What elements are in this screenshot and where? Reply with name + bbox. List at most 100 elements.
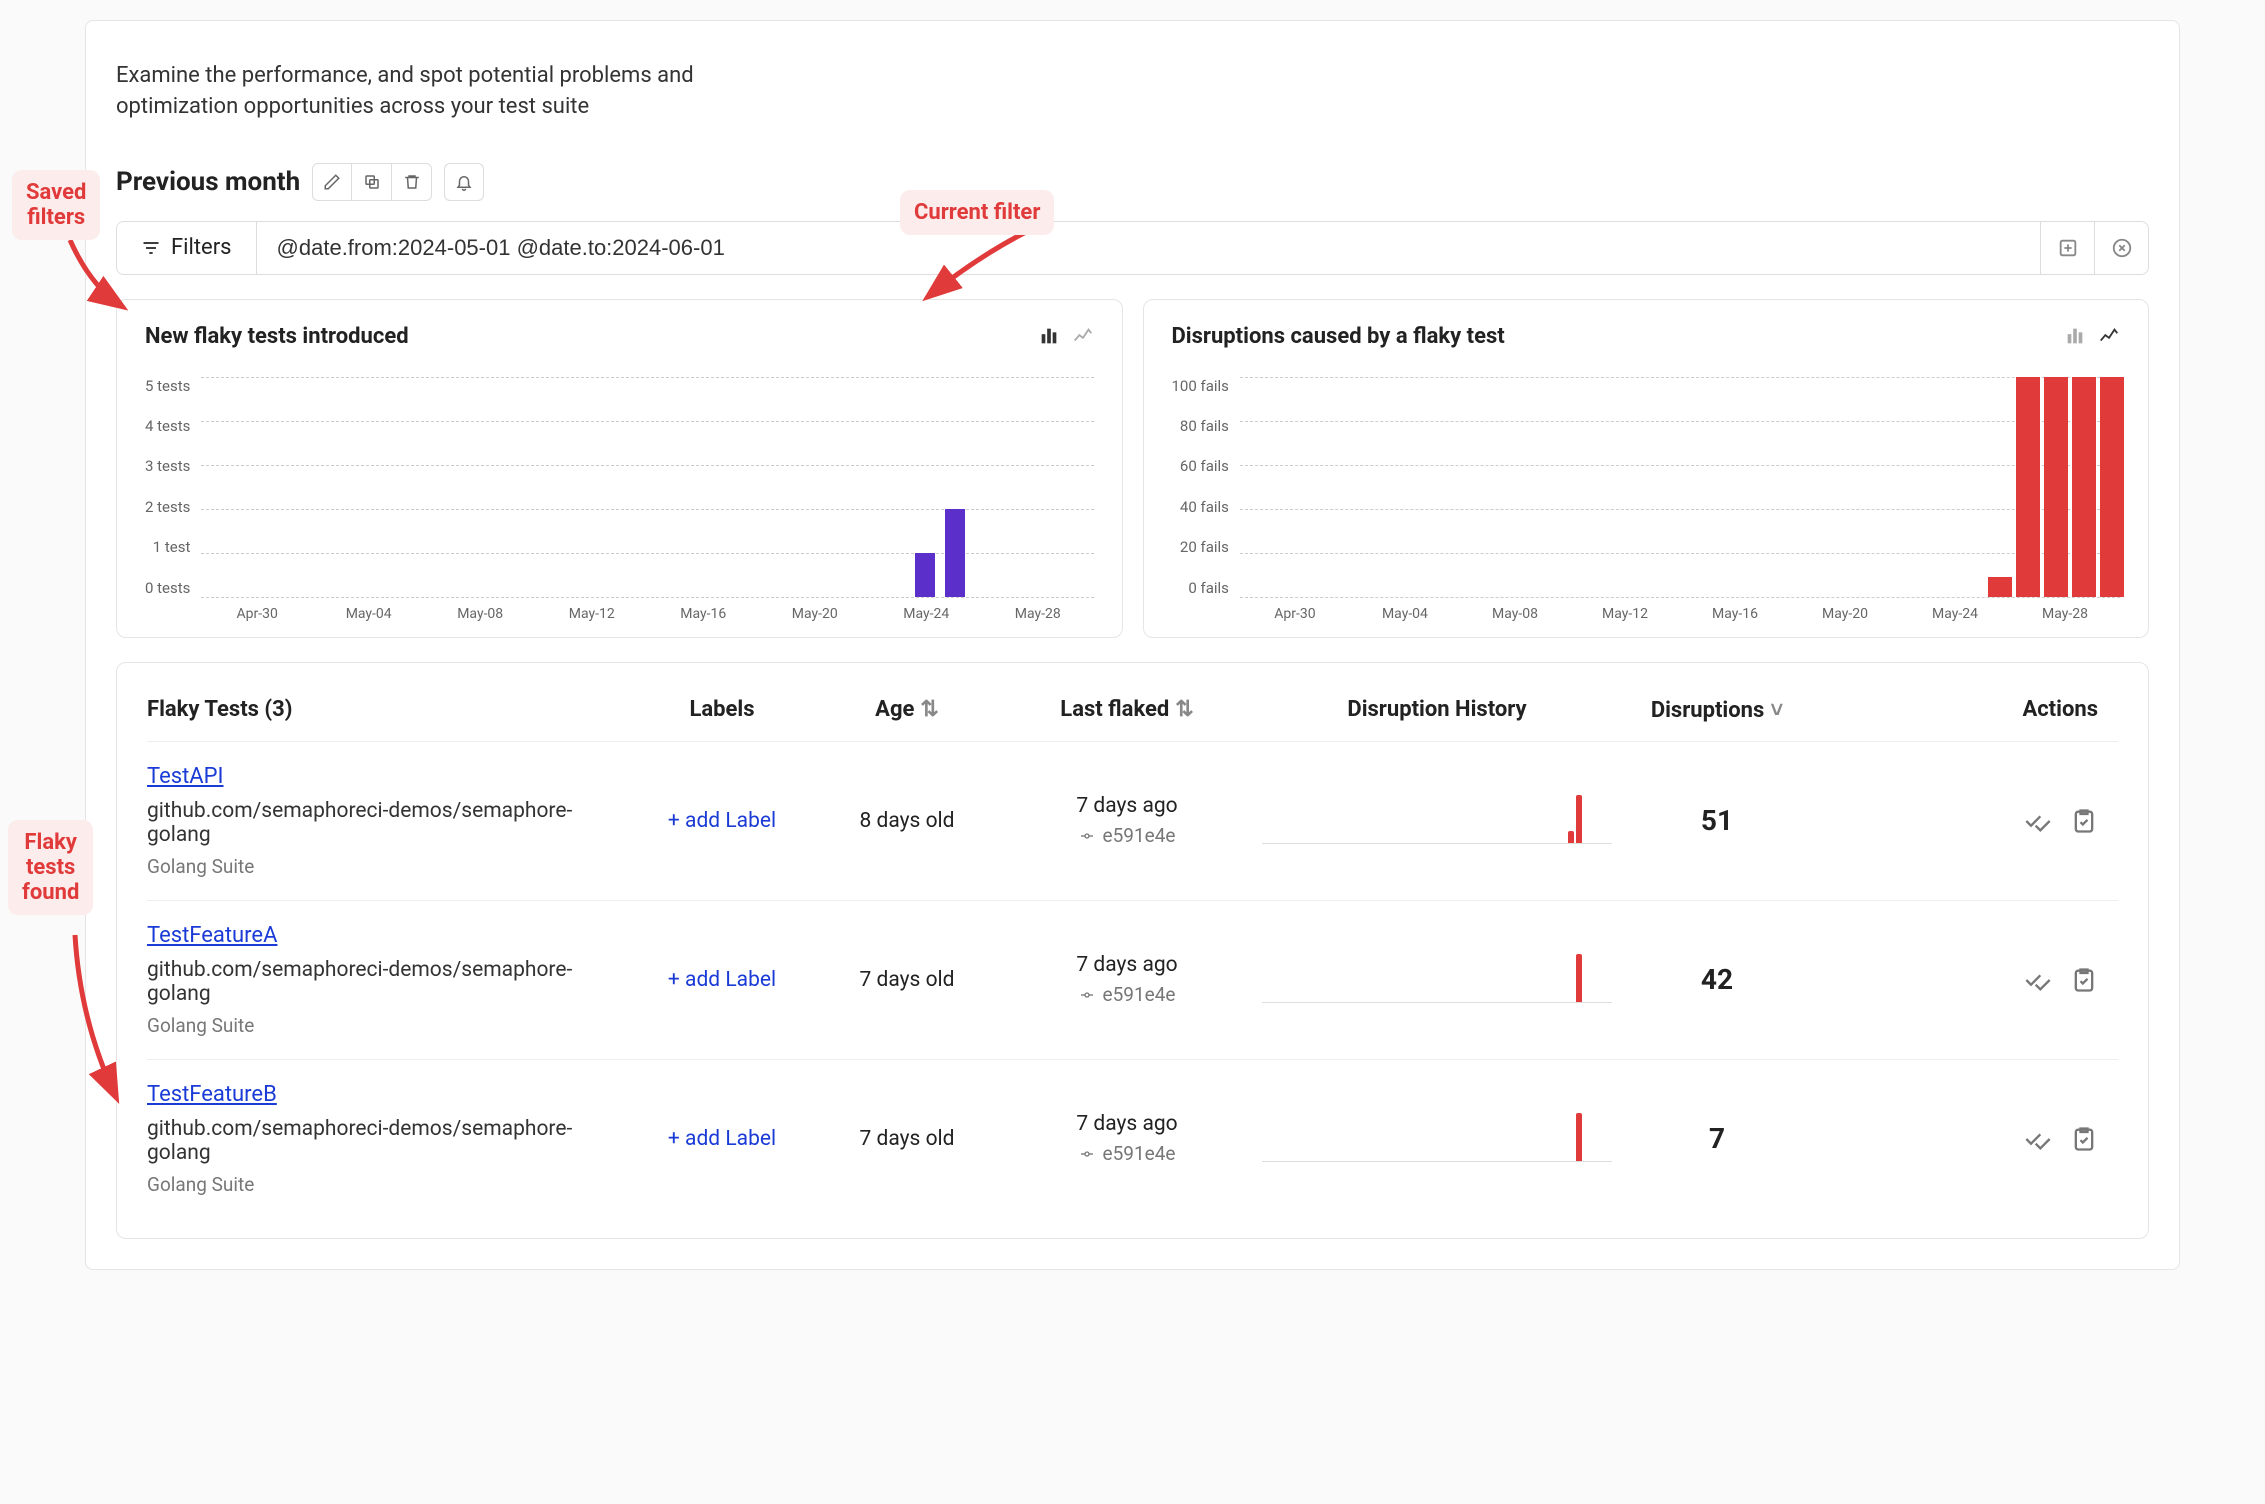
resolve-button[interactable] [2024,807,2052,835]
resolve-button[interactable] [2024,966,2052,994]
col-history: Disruption History [1257,697,1617,722]
last-flaked-cell: 7 days agoe591e4e [997,794,1257,847]
double-check-icon [2024,966,2052,994]
annotation-arrow [60,235,140,315]
filter-query-input[interactable] [257,222,2040,274]
actions-cell [1817,807,2118,835]
filter-icon [141,238,161,258]
chart-bar [915,553,935,597]
commit-icon [1079,828,1095,844]
ticket-button[interactable] [2070,1125,2098,1153]
test-name-link[interactable]: TestFeatureA [147,923,277,948]
annotation-arrow [60,930,140,1110]
chart-bar [2044,377,2068,597]
flaky-tests-table: Flaky Tests (3) Labels Age⇅ Last flaked⇅… [116,662,2149,1239]
chart-bar [945,509,965,597]
sort-icon: ⇅ [920,697,938,722]
resolve-button[interactable] [2024,1125,2052,1153]
chart-plot: Apr-30May-04May-08May-12May-16May-20May-… [1239,377,2120,617]
filter-bar: Filters [116,221,2149,275]
commit-icon [1079,987,1095,1003]
chart-view-toggle [1038,325,1094,347]
col-last-flaked[interactable]: Last flaked⇅ [997,697,1257,722]
add-label-link[interactable]: + add Label [668,809,776,833]
double-check-icon [2024,807,2052,835]
history-cell [1257,792,1617,850]
delete-button[interactable] [392,163,432,201]
clear-filter-button[interactable] [2094,222,2148,274]
test-name-link[interactable]: TestFeatureB [147,1082,277,1107]
test-name-link[interactable]: TestAPI [147,764,224,789]
annotation-flaky-tests-found: Flaky tests found [8,820,93,915]
intro-text: Examine the performance, and spot potent… [116,61,816,123]
chart-bar [2072,377,2096,597]
notify-button[interactable] [444,163,484,201]
line-chart-icon[interactable] [2098,325,2120,347]
trash-icon [403,173,421,191]
double-check-icon [2024,1125,2052,1153]
chart-bar [1988,577,2012,597]
close-circle-icon [2111,237,2133,259]
bar-chart-icon[interactable] [1038,325,1060,347]
copy-icon [363,173,381,191]
actions-cell [1817,1125,2118,1153]
clipboard-check-icon [2070,807,2098,835]
ticket-button[interactable] [2070,807,2098,835]
history-cell [1257,951,1617,1009]
ticket-button[interactable] [2070,966,2098,994]
table-row: TestAPI github.com/semaphoreci-demos/sema… [147,741,2118,900]
col-labels: Labels [627,697,817,722]
disruptions-cell: 7 [1617,1122,1817,1155]
chart-bar [2016,377,2040,597]
annotation-saved-filters: Saved filters [12,170,100,240]
age-cell: 7 days old [817,1127,997,1151]
disruptions-cell: 51 [1617,804,1817,837]
table-row: TestFeatureA github.com/semaphoreci-demos… [147,900,2118,1059]
test-suite: Golang Suite [147,1173,627,1196]
saved-filter-toolbar [312,163,432,201]
charts-row: New flaky tests introduced5 tests4 tests… [116,299,2149,638]
add-label-link[interactable]: + add Label [668,1127,776,1151]
test-path: github.com/semaphoreci-demos/semaphore-g… [147,958,627,1006]
test-path: github.com/semaphoreci-demos/semaphore-g… [147,1117,627,1165]
annotation-arrow [920,225,1040,305]
clipboard-check-icon [2070,966,2098,994]
commit-icon [1079,1146,1095,1162]
col-disruptions[interactable]: Disruptions˅ [1617,697,1817,723]
chevron-down-icon: ˅ [1770,697,1783,723]
saved-filter-row: Previous month [116,163,2149,201]
main-panel: Examine the performance, and spot potent… [85,20,2180,1270]
age-cell: 8 days old [817,809,997,833]
chart-title: Disruptions caused by a flaky test [1172,324,1505,349]
test-path: github.com/semaphoreci-demos/semaphore-g… [147,799,627,847]
age-cell: 7 days old [817,968,997,992]
history-cell [1257,1110,1617,1168]
last-flaked-cell: 7 days agoe591e4e [997,953,1257,1006]
chart-view-toggle [2064,325,2120,347]
col-age[interactable]: Age⇅ [817,697,997,722]
table-header-row: Flaky Tests (3) Labels Age⇅ Last flaked⇅… [147,673,2118,741]
bell-icon [455,173,473,191]
chart-plot: Apr-30May-04May-08May-12May-16May-20May-… [200,377,1093,617]
edit-button[interactable] [312,163,352,201]
chart-bar [2100,377,2124,597]
line-chart-icon[interactable] [1072,325,1094,347]
pencil-icon [323,173,341,191]
test-suite: Golang Suite [147,855,627,878]
save-filter-button[interactable] [2040,222,2094,274]
chart-yaxis: 5 tests4 tests3 tests2 tests1 test0 test… [145,377,200,597]
bar-chart-icon[interactable] [2064,325,2086,347]
test-suite: Golang Suite [147,1014,627,1037]
table-title: Flaky Tests (3) [147,697,627,722]
chart-xaxis: Apr-30May-04May-08May-12May-16May-20May-… [1240,606,2120,622]
sort-icon: ⇅ [1175,697,1193,722]
clipboard-check-icon [2070,1125,2098,1153]
add-label-link[interactable]: + add Label [668,968,776,992]
saved-filter-name: Previous month [116,167,300,197]
disruptions-cell: 42 [1617,963,1817,996]
copy-button[interactable] [352,163,392,201]
col-actions: Actions [1817,697,2118,722]
annotation-current-filter: Current filter [900,190,1054,235]
actions-cell [1817,966,2118,994]
chart-card: New flaky tests introduced5 tests4 tests… [116,299,1123,638]
